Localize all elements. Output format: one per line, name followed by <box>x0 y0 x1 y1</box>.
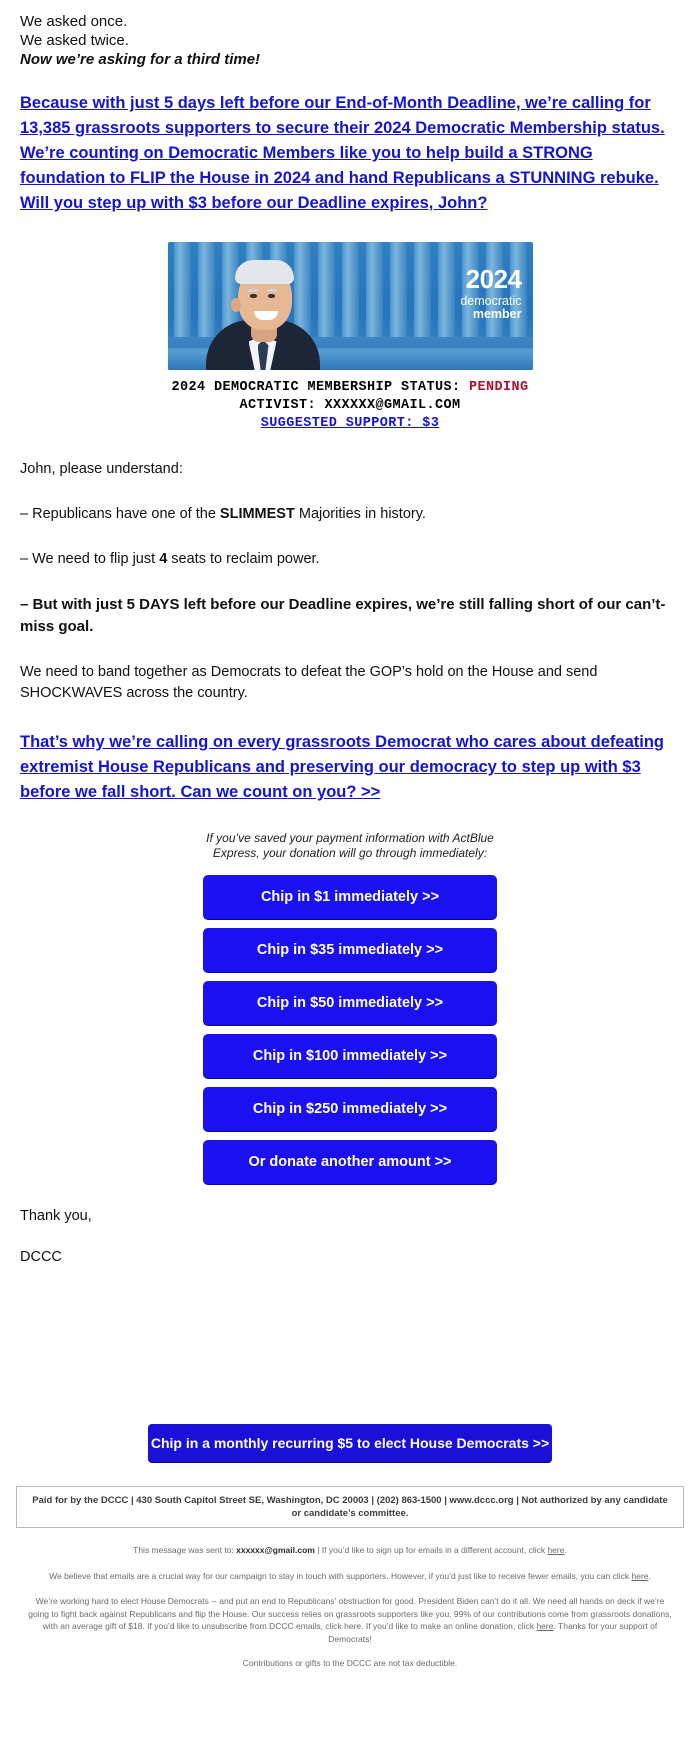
lead-call-to-action-link[interactable]: Because with just 5 days left before our… <box>20 91 680 216</box>
donate-button-1[interactable]: Chip in $1 immediately >> <box>203 875 497 919</box>
intro-line-1: We asked once. <box>20 13 128 30</box>
bullet-deadline: – But with just 5 DAYS left before our D… <box>20 596 666 635</box>
suggested-support-link[interactable]: SUGGESTED SUPPORT: $3 <box>261 416 440 431</box>
donate-button-250[interactable]: Chip in $250 immediately >> <box>203 1087 497 1131</box>
status-line-2: ACTIVIST: XXXXXX@GMAIL.COM <box>0 397 700 415</box>
intro-line-2: We asked twice. <box>20 32 129 49</box>
bullet-slimmest: – Republicans have one of the SLIMMEST M… <box>20 504 680 525</box>
footer-donate-link[interactable]: here <box>536 1621 553 1631</box>
status-badge: PENDING <box>469 380 529 395</box>
thank-you-text: Thank you, <box>20 1208 92 1224</box>
footer-sent-end: . <box>564 1545 567 1555</box>
whitespace-spacer <box>0 1268 700 1418</box>
footer-sent-post: | If you’d like to sign up for emails in… <box>314 1545 548 1555</box>
footer-sent-email: xxxxxx@gmail.com <box>236 1545 315 1555</box>
bullet-seats-post: seats to reclaim power. <box>167 551 320 567</box>
footer-signup-link[interactable]: here <box>547 1545 564 1555</box>
status-label: 2024 DEMOCRATIC MEMBERSHIP STATUS: <box>171 380 461 395</box>
status-line-1: 2024 DEMOCRATIC MEMBERSHIP STATUS: PENDI… <box>0 379 700 397</box>
recurring-donation-button[interactable]: Chip in a monthly recurring $5 to elect … <box>148 1424 552 1462</box>
paragraph-band-together: We need to band together as Democrats to… <box>20 664 598 701</box>
donate-button-other[interactable]: Or donate another amount >> <box>203 1140 497 1184</box>
hero-year: 2024 <box>465 264 522 294</box>
email-body: We asked once. We asked twice. Now we’re… <box>0 0 700 1760</box>
paid-for-disclosure: Paid for by the DCCC | 430 South Capitol… <box>16 1486 684 1528</box>
hero-image-wrap: 2024 democratic member <box>0 242 700 370</box>
membership-status-block: 2024 DEMOCRATIC MEMBERSHIP STATUS: PENDI… <box>0 379 700 433</box>
donate-button-35[interactable]: Chip in $35 immediately >> <box>203 928 497 972</box>
bullet-slimmest-bold: SLIMMEST <box>219 506 295 522</box>
membership-card-image[interactable]: 2024 democratic member <box>167 242 533 370</box>
bullet-seats: – We need to flip just 4 seats to reclai… <box>20 549 680 570</box>
bullet-slimmest-pre: – Republicans have one of the <box>20 506 220 522</box>
donate-button-100[interactable]: Chip in $100 immediately >> <box>203 1034 497 1078</box>
hero-subtitle-member: member <box>472 307 522 322</box>
footer-sent-to-line: This message was sent to: xxxxxx@gmail.c… <box>28 1544 672 1556</box>
footer-sent-pre: This message was sent to: <box>133 1545 237 1555</box>
intro-block: We asked once. We asked twice. Now we’re… <box>0 0 700 69</box>
bullet-slimmest-post: Majorities in history. <box>294 506 426 522</box>
actblue-express-note: If you’ve saved your payment information… <box>206 831 494 860</box>
donation-buttons: Chip in $1 immediately >> Chip in $35 im… <box>0 875 700 1184</box>
activist-email: XXXXXX@GMAIL.COM <box>324 398 461 413</box>
donate-button-50[interactable]: Chip in $50 immediately >> <box>203 981 497 1025</box>
footer-fewer-emails-line: We believe that emails are a crucial way… <box>28 1570 672 1582</box>
footer-tax-note: Contributions or gifts to the DCCC are n… <box>242 1658 458 1668</box>
intro-line-3: Now we’re asking for a third time! <box>20 51 261 68</box>
biden-portrait-graphic <box>202 254 324 370</box>
greeting-text: John, please understand: <box>20 461 183 477</box>
signature-text: DCCC <box>20 1249 62 1265</box>
footer-fewer-pre: We believe that emails are a crucial way… <box>49 1571 632 1581</box>
footer-fewer-emails-link[interactable]: here <box>631 1571 648 1581</box>
hero-overlay-text: 2024 democratic member <box>460 264 522 322</box>
closing-call-to-action-link[interactable]: That’s why we’re calling on every grassr… <box>20 730 680 805</box>
recurring-donation-wrap: Chip in a monthly recurring $5 to elect … <box>0 1424 700 1462</box>
bullet-seats-pre: – We need to flip just <box>20 551 160 567</box>
footer-disclaimer-paragraph: We’re working hard to elect House Democr… <box>28 1595 672 1645</box>
activist-label: ACTIVIST: <box>239 398 316 413</box>
footer-fewer-end: . <box>648 1571 651 1581</box>
status-line-3: SUGGESTED SUPPORT: $3 <box>0 415 700 433</box>
